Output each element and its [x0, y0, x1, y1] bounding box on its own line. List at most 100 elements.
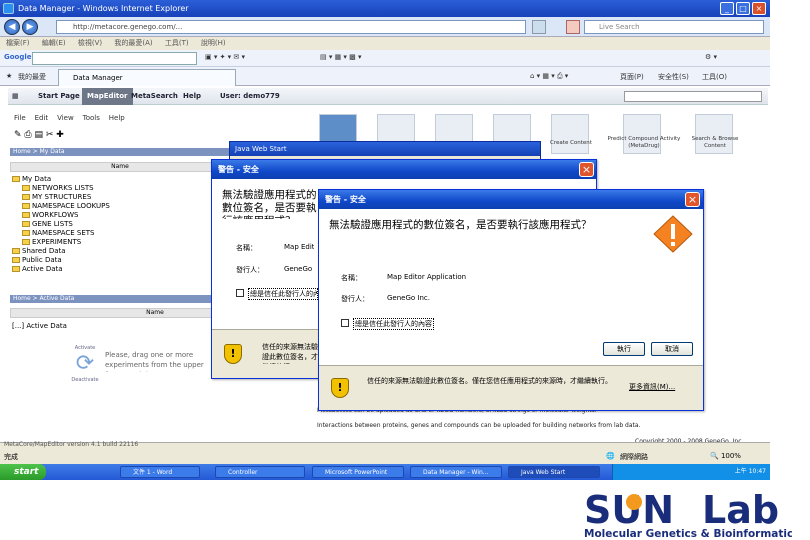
taskbar-item-java-web-start[interactable]: Java Web Start: [508, 466, 600, 478]
left-menu: File Edit View Tools Help: [14, 114, 125, 122]
folder-icon: [12, 176, 20, 182]
back-arrow-icon[interactable]: ◀: [4, 19, 20, 35]
nav-help[interactable]: Help: [183, 88, 201, 105]
folder-icon: [22, 212, 30, 218]
nav-user[interactable]: User: demo779: [220, 88, 280, 105]
dialog-front-publisher-label: 發行人：: [341, 295, 369, 303]
tree-item[interactable]: NAMESPACE SETS: [22, 229, 95, 238]
tools-menu[interactable]: 工具(O): [702, 72, 727, 82]
forward-arrow-icon[interactable]: ▶: [22, 19, 38, 35]
tool-create-content-label: Create Content: [550, 140, 592, 146]
sunlab-logo: SUN Lab Molecular Genetics & Bioinformat…: [584, 488, 792, 539]
menu-file[interactable]: 檔案(F): [6, 39, 30, 47]
address-toolbar: ◀ ▶ http://metacore.genego.com/... Live …: [0, 17, 770, 37]
address-input[interactable]: http://metacore.genego.com/...: [56, 20, 526, 34]
settings-gear-icon[interactable]: ⚙ ▾: [705, 53, 717, 61]
dialog-front-close-button[interactable]: ×: [685, 192, 700, 207]
tab-data-manager[interactable]: Data Manager: [58, 69, 236, 86]
nav-map-editor[interactable]: MapEditor: [82, 88, 133, 105]
menu-edit[interactable]: 編輯(E): [42, 39, 66, 47]
tree-item[interactable]: NETWORKS LISTS: [22, 184, 94, 193]
folder-icon: [22, 230, 30, 236]
stop-icon[interactable]: [566, 20, 580, 34]
tree-item-active-data[interactable]: Active Data: [12, 265, 63, 274]
dialog-back-heading: 無法驗證應用程式的數位簽名，是否要執行該應用程式？: [222, 189, 317, 219]
dialog-back-publisher-label: 發行人：: [236, 266, 264, 274]
breadcrumb-active-data[interactable]: Home > Active Data: [10, 295, 230, 303]
zone-globe-icon: 🌐: [606, 452, 615, 460]
page-menu[interactable]: 頁面(P): [620, 72, 644, 82]
dialog-back-name-label: 名稱：: [236, 244, 257, 252]
system-tray: 上午 10:47: [612, 464, 770, 480]
close-button[interactable]: ×: [752, 2, 766, 15]
google-search-input[interactable]: [32, 52, 197, 65]
menu-tools[interactable]: 工具(T): [165, 39, 189, 47]
taskbar-item-data-manager[interactable]: Data Manager - Win...: [410, 466, 502, 478]
active-data-item[interactable]: [...] Active Data: [12, 322, 67, 330]
menu-help[interactable]: 說明(H): [201, 39, 226, 47]
app-navbar: ▦ Start Page MapEditor MetaSearch Help U…: [8, 88, 768, 105]
tree-item-my-data[interactable]: My Data: [12, 175, 51, 184]
left-menu-tools[interactable]: Tools: [83, 114, 100, 122]
left-toolbar-icons[interactable]: ✎ ⎙ ▤ ✂ ✚: [14, 130, 64, 140]
drag-help-text: Please, drag one or more experiments fro…: [105, 351, 204, 372]
tree-item[interactable]: NAMESPACE LOOKUPS: [22, 202, 110, 211]
start-button[interactable]: start: [0, 464, 46, 480]
left-menu-help[interactable]: Help: [109, 114, 125, 122]
left-menu-edit[interactable]: Edit: [35, 114, 49, 122]
tree-item-public-data[interactable]: Public Data: [12, 256, 62, 265]
recycle-arrows-icon: ⟳: [75, 351, 95, 376]
folder-icon: [12, 248, 20, 254]
warning-shield-icon: !: [331, 378, 349, 398]
nav-metasearch[interactable]: MetaSearch: [131, 88, 178, 105]
cancel-button[interactable]: 取消: [651, 342, 693, 356]
dialog-front-title: 警告 - 安全: [319, 190, 703, 209]
java-web-start-title: Java Web Start: [230, 142, 540, 156]
live-search-input[interactable]: Live Search: [584, 20, 764, 34]
minimize-button[interactable]: _: [720, 2, 734, 15]
taskbar-item-controller[interactable]: Controller: [215, 466, 305, 478]
dialog-back-trust-checkbox[interactable]: [236, 289, 244, 297]
zoom-level[interactable]: 🔍 100%: [710, 452, 741, 460]
left-menu-view[interactable]: View: [57, 114, 74, 122]
breadcrumb-my-data[interactable]: Home > My Data: [10, 148, 230, 156]
run-button[interactable]: 執行: [603, 342, 645, 356]
tree-item[interactable]: EXPERIMENTS: [22, 238, 81, 247]
activate-cycle-icon[interactable]: Activate ⟳ Deactivate: [70, 345, 100, 395]
tree-item-shared-data[interactable]: Shared Data: [12, 247, 66, 256]
dialog-back-close-button[interactable]: ×: [579, 162, 594, 177]
favorites-label[interactable]: 我的最愛: [18, 72, 46, 82]
more-info-link[interactable]: 更多資訊(M)...: [629, 382, 675, 392]
home-icon[interactable]: ⌂ ▾ ▦ ▾ ⎙ ▾: [530, 72, 568, 81]
tree-item[interactable]: WORKFLOWS: [22, 211, 78, 220]
dialog-front-warning-area: ! 信任的來源無法驗證此數位簽名。僅在您信任應用程式的來源時，才繼續執行。 更多…: [319, 365, 703, 410]
dialog-front-trust-checkbox[interactable]: [341, 319, 349, 327]
favorites-star-icon[interactable]: ★: [6, 72, 12, 80]
column-header-name: Name: [10, 162, 230, 172]
safety-menu[interactable]: 安全性(S): [658, 72, 689, 82]
tree-item[interactable]: GENE LISTS: [22, 220, 73, 229]
tab-label: Data Manager: [73, 74, 123, 82]
app-search-input[interactable]: [624, 91, 762, 102]
folder-icon: [22, 194, 30, 200]
maximize-button[interactable]: □: [736, 2, 750, 15]
toolbar-tools-icons[interactable]: ▣ ▾ ✦ ▾ ✉ ▾: [205, 53, 245, 61]
status-zone: 網際網路: [620, 453, 648, 461]
dialog-back-trust-label[interactable]: 總是信任此發行人的內容: [248, 288, 318, 300]
menu-favorites[interactable]: 我的最愛(A): [114, 39, 152, 47]
logo-sun-text: SUN: [584, 488, 674, 532]
taskbar-item-powerpoint[interactable]: Microsoft PowerPoint: [312, 466, 404, 478]
tree-item[interactable]: MY STRUCTURES: [22, 193, 91, 202]
folder-icon: [12, 257, 20, 263]
toolbar-extra-icons[interactable]: ▤ ▾ ▦ ▾ ▩ ▾: [320, 53, 362, 61]
refresh-icon[interactable]: [532, 20, 546, 34]
left-menu-file[interactable]: File: [14, 114, 26, 122]
taskbar-item-word[interactable]: 文件 1 - Word: [120, 466, 200, 478]
nav-start-page[interactable]: Start Page: [38, 88, 80, 105]
warning-shield-icon: !: [224, 344, 242, 364]
menu-view[interactable]: 檢視(V): [78, 39, 102, 47]
dialog-front-trust-label[interactable]: 總是信任此發行人的內容: [353, 318, 434, 330]
tool-create-content-icon[interactable]: [551, 114, 589, 154]
clock: 上午 10:47: [734, 468, 766, 475]
browser-title: Data Manager - Windows Internet Explorer: [18, 4, 189, 13]
